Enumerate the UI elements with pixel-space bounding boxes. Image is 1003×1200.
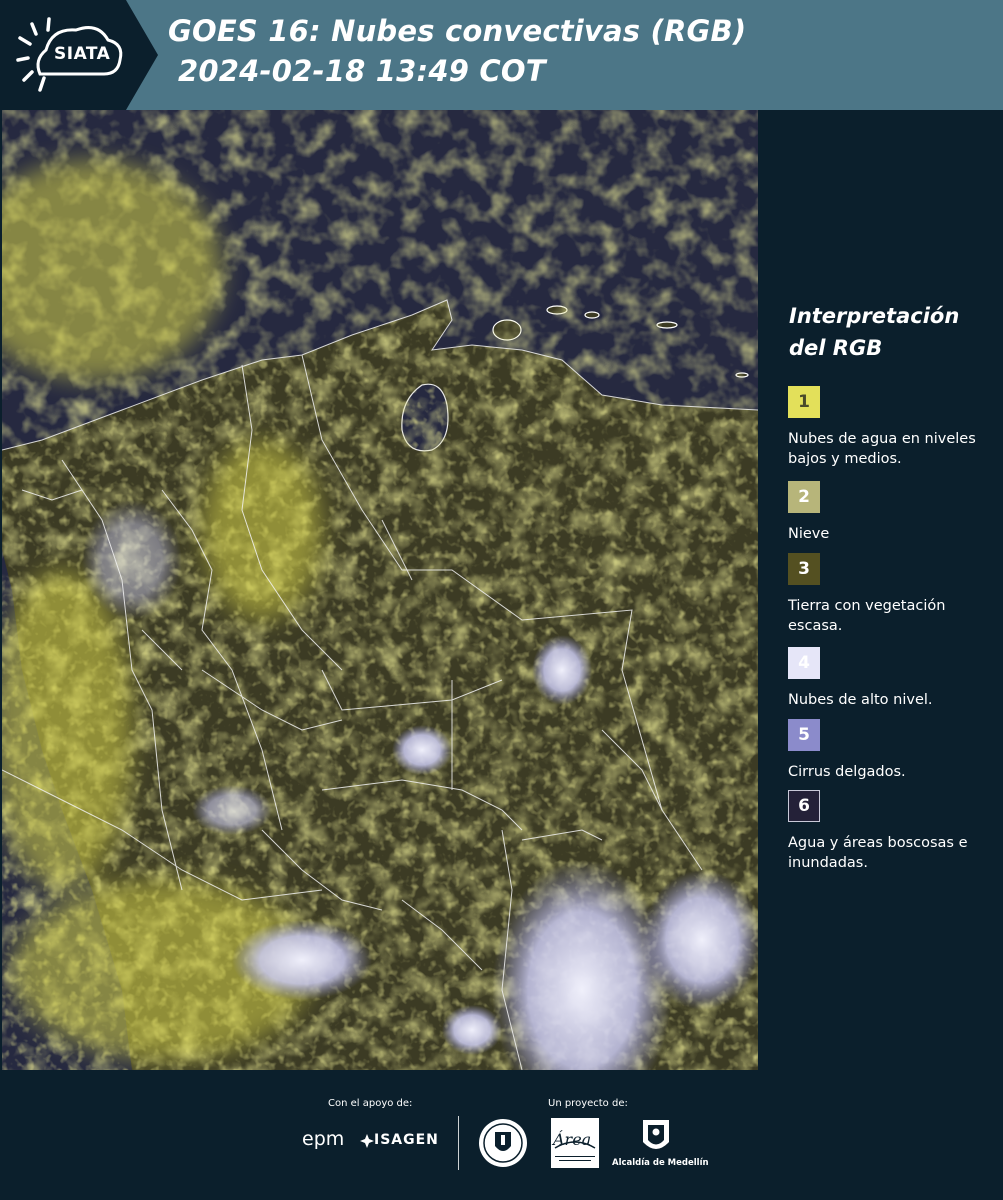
satellite-rgb-map	[2, 110, 758, 1070]
legend-label-1: Nubes de agua en niveles bajos y medios.	[788, 431, 976, 467]
legend-swatch-3: 3	[788, 553, 820, 585]
legend-label-6: Agua y áreas boscosas e inundadas.	[788, 835, 968, 871]
legend-swatch-6: 6	[788, 790, 820, 822]
legend-panel: Interpretación del RGB 1 Nubes de agua e…	[760, 110, 1003, 1070]
isagen-logo: ISAGEN	[374, 1132, 439, 1148]
legend-label-5: Cirrus delgados.	[788, 764, 906, 780]
area-logo-text: Área	[553, 1130, 592, 1149]
legend-label-2: Nieve	[788, 526, 830, 542]
footer: Con el apoyo de: Un proyecto de: epm ISA…	[0, 1070, 1003, 1200]
alcaldia-shield-icon	[643, 1120, 669, 1149]
timestamp: 2024-02-18 13:49 COT	[178, 54, 546, 88]
legend-item-5: 5 Cirrus delgados.	[788, 719, 998, 782]
header-bar: SIATA GOES 16: Nubes convectivas (RGB) 2…	[0, 0, 1003, 110]
page-title: GOES 16: Nubes convectivas (RGB)	[168, 14, 747, 48]
legend-title: Interpretación del RGB	[789, 304, 960, 360]
legend-item-2: 2 Nieve	[788, 481, 998, 544]
legend-swatch-1: 1	[788, 386, 820, 418]
alcaldia-logo-text: Alcaldía de Medellín	[612, 1158, 709, 1168]
medellin-seal-icon	[479, 1119, 527, 1167]
siata-logo: SIATA	[0, 0, 158, 110]
legend-swatch-4: 4	[788, 647, 820, 679]
epm-logo: epm	[302, 1128, 345, 1150]
legend-label-3: Tierra con vegetación escasa.	[788, 598, 946, 634]
isagen-icon	[360, 1134, 374, 1148]
legend-item-1: 1 Nubes de agua en niveles bajos y medio…	[788, 386, 998, 469]
legend-swatch-2: 2	[788, 481, 820, 513]
legend-item-6: 6 Agua y áreas boscosas e inundadas.	[788, 790, 998, 873]
siata-logo-text: SIATA	[54, 44, 111, 64]
project-label: Un proyecto de:	[548, 1098, 628, 1109]
legend-item-3: 3 Tierra con vegetación escasa.	[788, 553, 998, 636]
legend-swatch-5: 5	[788, 719, 820, 751]
legend-label-4: Nubes de alto nivel.	[788, 692, 933, 708]
support-label: Con el apoyo de:	[328, 1098, 413, 1109]
legend-item-4: 4 Nubes de alto nivel.	[788, 647, 998, 710]
footer-separator	[458, 1116, 459, 1170]
